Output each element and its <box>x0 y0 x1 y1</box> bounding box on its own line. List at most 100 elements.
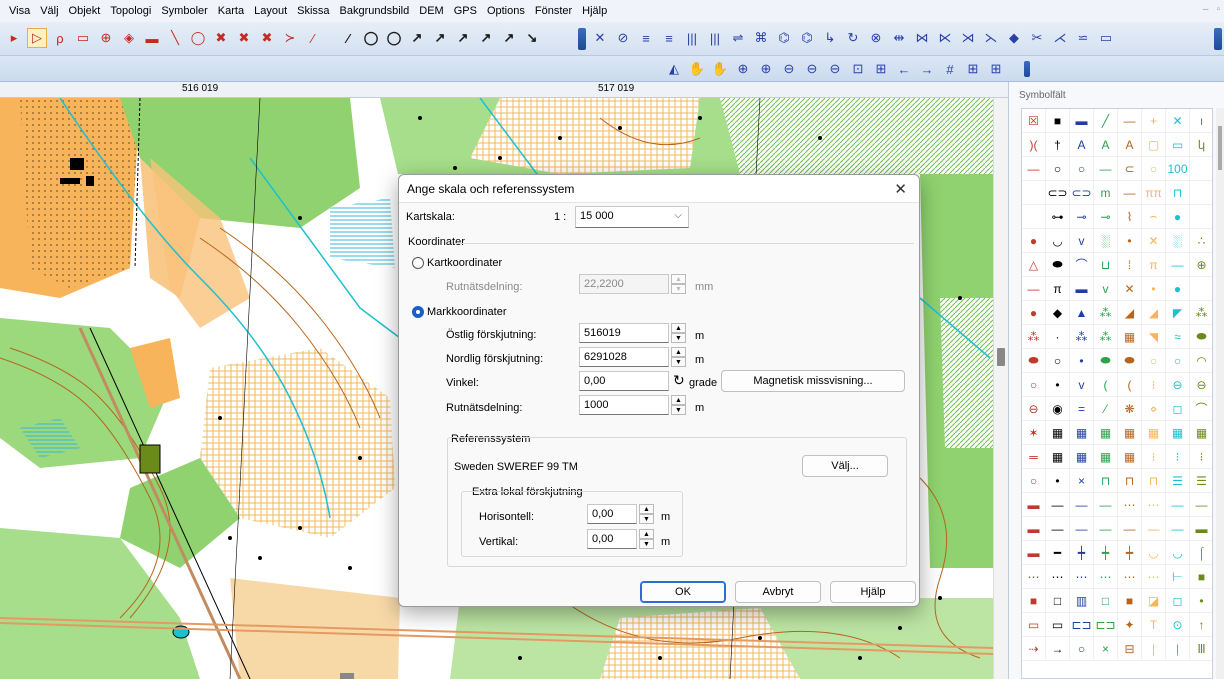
symbol-34[interactable]: ⊸ <box>1070 205 1094 229</box>
symbol-98[interactable]: = <box>1070 397 1094 421</box>
symbol-138[interactable]: — <box>1070 517 1094 541</box>
symbol-10[interactable]: A <box>1070 133 1094 157</box>
symbol-101[interactable]: ⋄ <box>1142 397 1166 421</box>
symbol-61[interactable]: • <box>1142 277 1166 301</box>
symbol-156[interactable]: ⋯ <box>1118 565 1142 589</box>
symbol-0[interactable]: ☒ <box>1022 109 1046 133</box>
toolbar1_right-tool-1-icon[interactable]: ⊘ <box>613 28 633 48</box>
symbol-55[interactable]: ⊕ <box>1190 253 1212 277</box>
menu-item-2[interactable]: Objekt <box>64 5 106 17</box>
symbol-14[interactable]: ▭ <box>1166 133 1190 157</box>
toolbar1_right-tool-11-icon[interactable]: ↻ <box>843 28 863 48</box>
symbol-177[interactable]: → <box>1046 637 1070 661</box>
symbol-50[interactable]: ⌒ <box>1070 253 1094 277</box>
map-horizontal-scrollbar-thumb[interactable] <box>340 673 354 679</box>
menu-item-4[interactable]: Symboler <box>156 5 212 17</box>
symbol-8[interactable]: )( <box>1022 133 1046 157</box>
symbol-113[interactable]: ▦ <box>1046 445 1070 469</box>
symbol-35[interactable]: ⊸ <box>1094 205 1118 229</box>
symbol-162[interactable]: ▥ <box>1070 589 1094 613</box>
grid-spacing-disabled-stepper[interactable]: ▲ ▼ <box>671 274 686 294</box>
toolbar2-tool-6-icon[interactable]: ⊖ <box>802 59 822 79</box>
symbol-90[interactable]: v <box>1070 373 1094 397</box>
toolbar1_left-tool-9-icon[interactable]: ✖ <box>211 28 231 48</box>
symbol-130[interactable]: — <box>1070 493 1094 517</box>
ok-button[interactable]: OK <box>640 581 726 603</box>
menu-item-7[interactable]: Skissa <box>292 5 334 17</box>
toolbar1_right-tool-14-icon[interactable]: ⋈ <box>912 28 932 48</box>
map-vertical-scrollbar[interactable] <box>993 98 1008 679</box>
symbol-172[interactable]: ✦ <box>1118 613 1142 637</box>
symbol-23[interactable] <box>1190 157 1212 181</box>
menu-item-6[interactable]: Layout <box>249 5 292 17</box>
symbol-29[interactable]: ππ <box>1142 181 1166 205</box>
toolbar1_right-tool-13-icon[interactable]: ⇹ <box>889 28 909 48</box>
symbol-1[interactable]: ■ <box>1046 109 1070 133</box>
symbol-140[interactable]: — <box>1118 517 1142 541</box>
minimize-icon[interactable]: – <box>1203 4 1209 15</box>
toolbar1_right-tool-3-icon[interactable]: ≡ <box>659 28 679 48</box>
symbol-70[interactable]: ◤ <box>1166 301 1190 325</box>
toolbar1_right-tool-8-icon[interactable]: ⌬ <box>774 28 794 48</box>
symbol-26[interactable]: ⊂⊃ <box>1070 181 1094 205</box>
symbol-182[interactable]: | <box>1166 637 1190 661</box>
toolbar1_right-tool-7-icon[interactable]: ⌘ <box>751 28 771 48</box>
symbol-108[interactable]: ▦ <box>1118 421 1142 445</box>
toolbar1_left-tool-0-icon[interactable]: ▸ <box>4 28 24 48</box>
symbol-41[interactable]: ◡ <box>1046 229 1070 253</box>
symbol-81[interactable]: ○ <box>1046 349 1070 373</box>
symbol-5[interactable]: + <box>1142 109 1166 133</box>
symbol-178[interactable]: ○ <box>1070 637 1094 661</box>
symbol-159[interactable]: ■ <box>1190 565 1212 589</box>
symbol-100[interactable]: ❋ <box>1118 397 1142 421</box>
scrollbar-thumb[interactable] <box>997 348 1005 366</box>
symbol-154[interactable]: ⋯ <box>1070 565 1094 589</box>
toolbar1_mid-tool-4-icon[interactable]: ↗ <box>430 28 450 48</box>
symbol-80[interactable]: ⬬ <box>1022 349 1046 373</box>
symbol-122[interactable]: × <box>1070 469 1094 493</box>
grid-spacing-disabled-field[interactable]: 22,2200 <box>579 274 669 294</box>
menu-item-10[interactable]: GPS <box>449 5 482 17</box>
symbol-165[interactable]: ◪ <box>1142 589 1166 613</box>
symbol-51[interactable]: ⊔ <box>1094 253 1118 277</box>
magnetic-declination-button[interactable]: Magnetisk missvisning... <box>721 370 905 392</box>
scrollbar-thumb[interactable] <box>1218 126 1222 170</box>
symbol-148[interactable]: ┿ <box>1118 541 1142 565</box>
symbol-179[interactable]: × <box>1094 637 1118 661</box>
toolbar2-tool-10-icon[interactable]: ← <box>894 59 914 79</box>
symbol-92[interactable]: ( <box>1118 373 1142 397</box>
toolbar1_mid-tool-8-icon[interactable]: ↘ <box>522 28 542 48</box>
symbol-32[interactable] <box>1022 205 1046 229</box>
symbol-94[interactable]: ⊖ <box>1166 373 1190 397</box>
symbol-96[interactable]: ⊖ <box>1022 397 1046 421</box>
toolbar1_right-tool-9-icon[interactable]: ⌬ <box>797 28 817 48</box>
toolbar1_right-tool-6-icon[interactable]: ⇌ <box>728 28 748 48</box>
symbol-77[interactable]: ◥ <box>1142 325 1166 349</box>
symbol-144[interactable]: ▬ <box>1022 541 1046 565</box>
symbol-106[interactable]: ▦ <box>1070 421 1094 445</box>
toolbar2-tool-8-icon[interactable]: ⊡ <box>848 59 868 79</box>
symbol-126[interactable]: ☰ <box>1166 469 1190 493</box>
symbol-155[interactable]: ⋯ <box>1094 565 1118 589</box>
symbol-139[interactable]: — <box>1094 517 1118 541</box>
symbol-147[interactable]: ┿ <box>1094 541 1118 565</box>
symbol-37[interactable]: ⌢ <box>1142 205 1166 229</box>
symbol-127[interactable]: ☰ <box>1190 469 1212 493</box>
symbol-87[interactable]: ◠ <box>1190 349 1212 373</box>
grid-spacing-field[interactable]: 1000 <box>579 395 669 415</box>
symbol-20[interactable]: ⊂ <box>1118 157 1142 181</box>
symbol-panel-scrollbar[interactable] <box>1216 108 1224 679</box>
symbol-45[interactable]: ✕ <box>1142 229 1166 253</box>
symbol-44[interactable]: • <box>1118 229 1142 253</box>
symbol-171[interactable]: ⊏⊐ <box>1094 613 1118 637</box>
toolbar1_right-tool-2-icon[interactable]: ≡ <box>636 28 656 48</box>
toolbar1_right-tool-22-icon[interactable]: ▭ <box>1096 28 1116 48</box>
symbol-42[interactable]: v <box>1070 229 1094 253</box>
symbol-89[interactable]: • <box>1046 373 1070 397</box>
horizontal-stepper[interactable]: ▲ ▼ <box>639 504 654 524</box>
symbol-129[interactable]: — <box>1046 493 1070 517</box>
symbol-167[interactable]: • <box>1190 589 1212 613</box>
toolbar2-tool-0-icon[interactable]: ◭ <box>664 59 684 79</box>
symbol-118[interactable]: ⁝ <box>1166 445 1190 469</box>
map-coords-radio[interactable] <box>412 257 424 269</box>
